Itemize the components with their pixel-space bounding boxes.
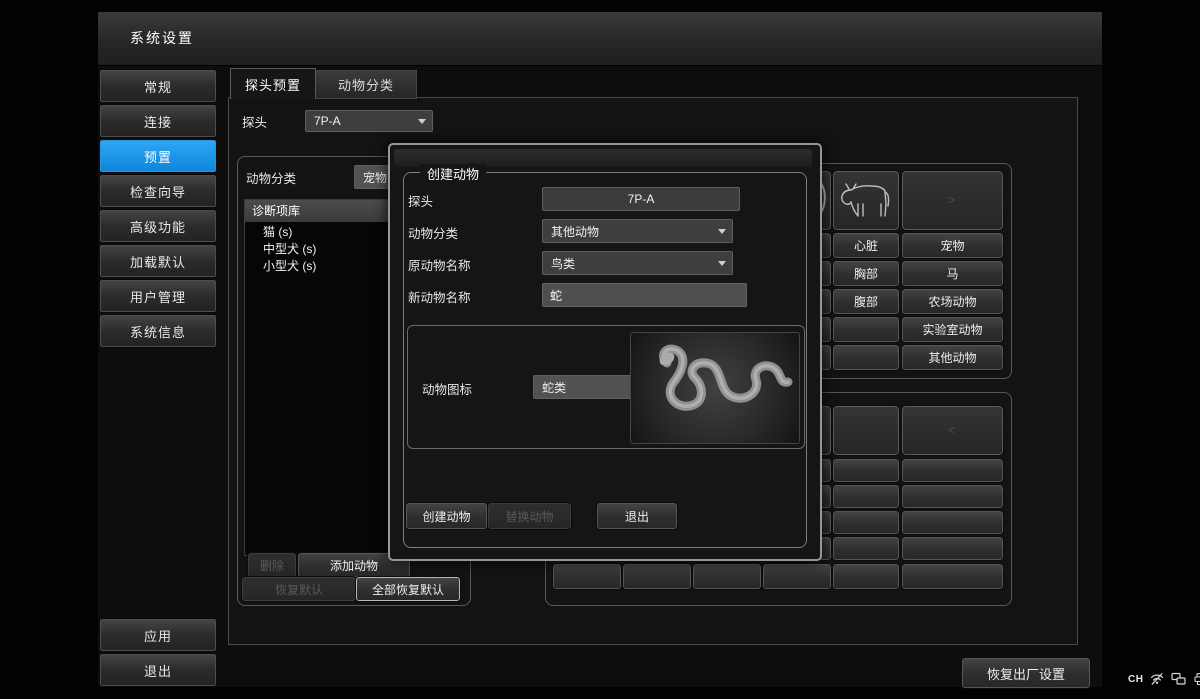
restore-default-button[interactable]: 恢复默认 xyxy=(242,577,356,601)
window-title: 系统设置 xyxy=(98,12,1102,66)
printer-icon xyxy=(1193,672,1200,686)
sidebar-item-user-mgmt[interactable]: 用户管理 xyxy=(100,280,216,312)
system-settings-screen: 系统设置 常规 连接 预置 检查向导 高级功能 加载默认 用户管理 系统信息 应… xyxy=(0,0,1200,699)
tab-animal-category[interactable]: 动物分类 xyxy=(315,70,417,99)
category-label: 动物分类 xyxy=(246,168,296,187)
language-indicator: CH xyxy=(1128,674,1143,685)
preset-slot-button[interactable] xyxy=(763,564,831,589)
delete-animal-button[interactable]: 删除 xyxy=(248,553,296,577)
restore-all-default-button[interactable]: 全部恢复默认 xyxy=(356,577,460,601)
apply-button[interactable]: 应用 xyxy=(100,619,216,651)
sidebar-item-connect[interactable]: 连接 xyxy=(100,105,216,137)
animal-image-tile[interactable] xyxy=(833,406,899,455)
sidebar-item-sys-info[interactable]: 系统信息 xyxy=(100,315,216,347)
sidebar-item-load-default[interactable]: 加载默认 xyxy=(100,245,216,277)
chevron-down-icon xyxy=(718,261,726,266)
animal-icon-preview xyxy=(630,332,800,444)
preset-slot-button[interactable] xyxy=(902,511,1003,534)
animal-icon-box: 动物图标 蛇类 xyxy=(407,325,805,449)
preset-slot-button[interactable] xyxy=(833,511,899,534)
animal-category-button[interactable]: 其他动物 xyxy=(902,345,1003,370)
sidebar-item-general[interactable]: 常规 xyxy=(100,70,216,102)
factory-reset-button[interactable]: 恢复出厂设置 xyxy=(962,658,1090,688)
dialog-category-select[interactable]: 其他动物 xyxy=(542,219,733,243)
animal-icon-select[interactable]: 蛇类 xyxy=(533,375,645,399)
category-select-value: 宠物 xyxy=(363,169,387,186)
dialog-category-value: 其他动物 xyxy=(551,223,599,240)
preset-slot-button[interactable] xyxy=(833,564,899,589)
preset-slot-button[interactable] xyxy=(833,485,899,508)
snake-image xyxy=(631,333,799,443)
tab-probe-preset[interactable]: 探头预置 xyxy=(230,68,316,99)
dialog-probe-value: 7P-A xyxy=(542,187,740,211)
next-page-arrow-icon: > xyxy=(902,171,1001,228)
chevron-down-icon xyxy=(418,119,426,124)
animal-icon-label: 动物图标 xyxy=(422,379,472,398)
preset-slot-button[interactable] xyxy=(902,459,1003,482)
animal-category-button[interactable]: 马 xyxy=(902,261,1003,286)
sidebar-item-advanced[interactable]: 高级功能 xyxy=(100,210,216,242)
probe-label: 探头 xyxy=(242,112,267,131)
probe-select-value: 7P-A xyxy=(314,114,341,128)
status-icons: CH xyxy=(1128,669,1200,689)
preset-slot-button[interactable] xyxy=(833,345,899,370)
animal-icon-value: 蛇类 xyxy=(542,379,566,396)
preset-slot-button[interactable] xyxy=(833,459,899,482)
preset-slot-button[interactable] xyxy=(902,537,1003,560)
exam-preset-button[interactable]: 心脏 xyxy=(833,233,899,258)
sidebar-item-preset[interactable]: 预置 xyxy=(100,140,216,172)
network-icon xyxy=(1171,672,1186,686)
preset-slot-button[interactable] xyxy=(902,564,1003,589)
dialog-original-value: 鸟类 xyxy=(551,255,575,272)
preset-slot-button[interactable] xyxy=(833,537,899,560)
create-animal-button[interactable]: 创建动物 xyxy=(406,503,487,529)
animal-category-button[interactable]: 宠物 xyxy=(902,233,1003,258)
dialog-original-select[interactable]: 鸟类 xyxy=(542,251,733,275)
sidebar-item-exam-wizard[interactable]: 检查向导 xyxy=(100,175,216,207)
wifi-off-icon xyxy=(1150,672,1164,686)
dialog-probe-text: 7P-A xyxy=(628,192,655,206)
animal-category-button[interactable]: 农场动物 xyxy=(902,289,1003,314)
prev-page-arrow-icon: < xyxy=(902,406,1001,453)
create-animal-dialog: 创建动物 探头 7P-A 动物分类 其他动物 原动物名称 鸟类 新动物名称 蛇 … xyxy=(388,143,822,561)
dialog-original-label: 原动物名称 xyxy=(408,255,471,274)
exam-preset-button[interactable]: 胸部 xyxy=(833,261,899,286)
exam-preset-button[interactable]: 腹部 xyxy=(833,289,899,314)
preset-slot-button[interactable] xyxy=(553,564,621,589)
preset-slot-button[interactable] xyxy=(902,485,1003,508)
dialog-exit-button[interactable]: 退出 xyxy=(597,503,677,529)
new-animal-name-input[interactable]: 蛇 xyxy=(542,283,747,307)
preset-slot-button[interactable] xyxy=(693,564,761,589)
dialog-legend: 创建动物 xyxy=(420,164,486,183)
new-animal-name-value: 蛇 xyxy=(550,287,562,304)
exit-button[interactable]: 退出 xyxy=(100,654,216,686)
replace-animal-button[interactable]: 替换动物 xyxy=(488,503,571,529)
chevron-down-icon xyxy=(718,229,726,234)
dialog-category-label: 动物分类 xyxy=(408,223,458,242)
preset-slot-button[interactable] xyxy=(623,564,691,589)
dialog-probe-label: 探头 xyxy=(408,191,433,210)
dialog-newname-label: 新动物名称 xyxy=(408,287,471,306)
preset-slot-button[interactable] xyxy=(833,317,899,342)
probe-select[interactable]: 7P-A xyxy=(305,110,433,132)
cow-icon xyxy=(837,180,893,220)
animal-category-button[interactable]: 实验室动物 xyxy=(902,317,1003,342)
